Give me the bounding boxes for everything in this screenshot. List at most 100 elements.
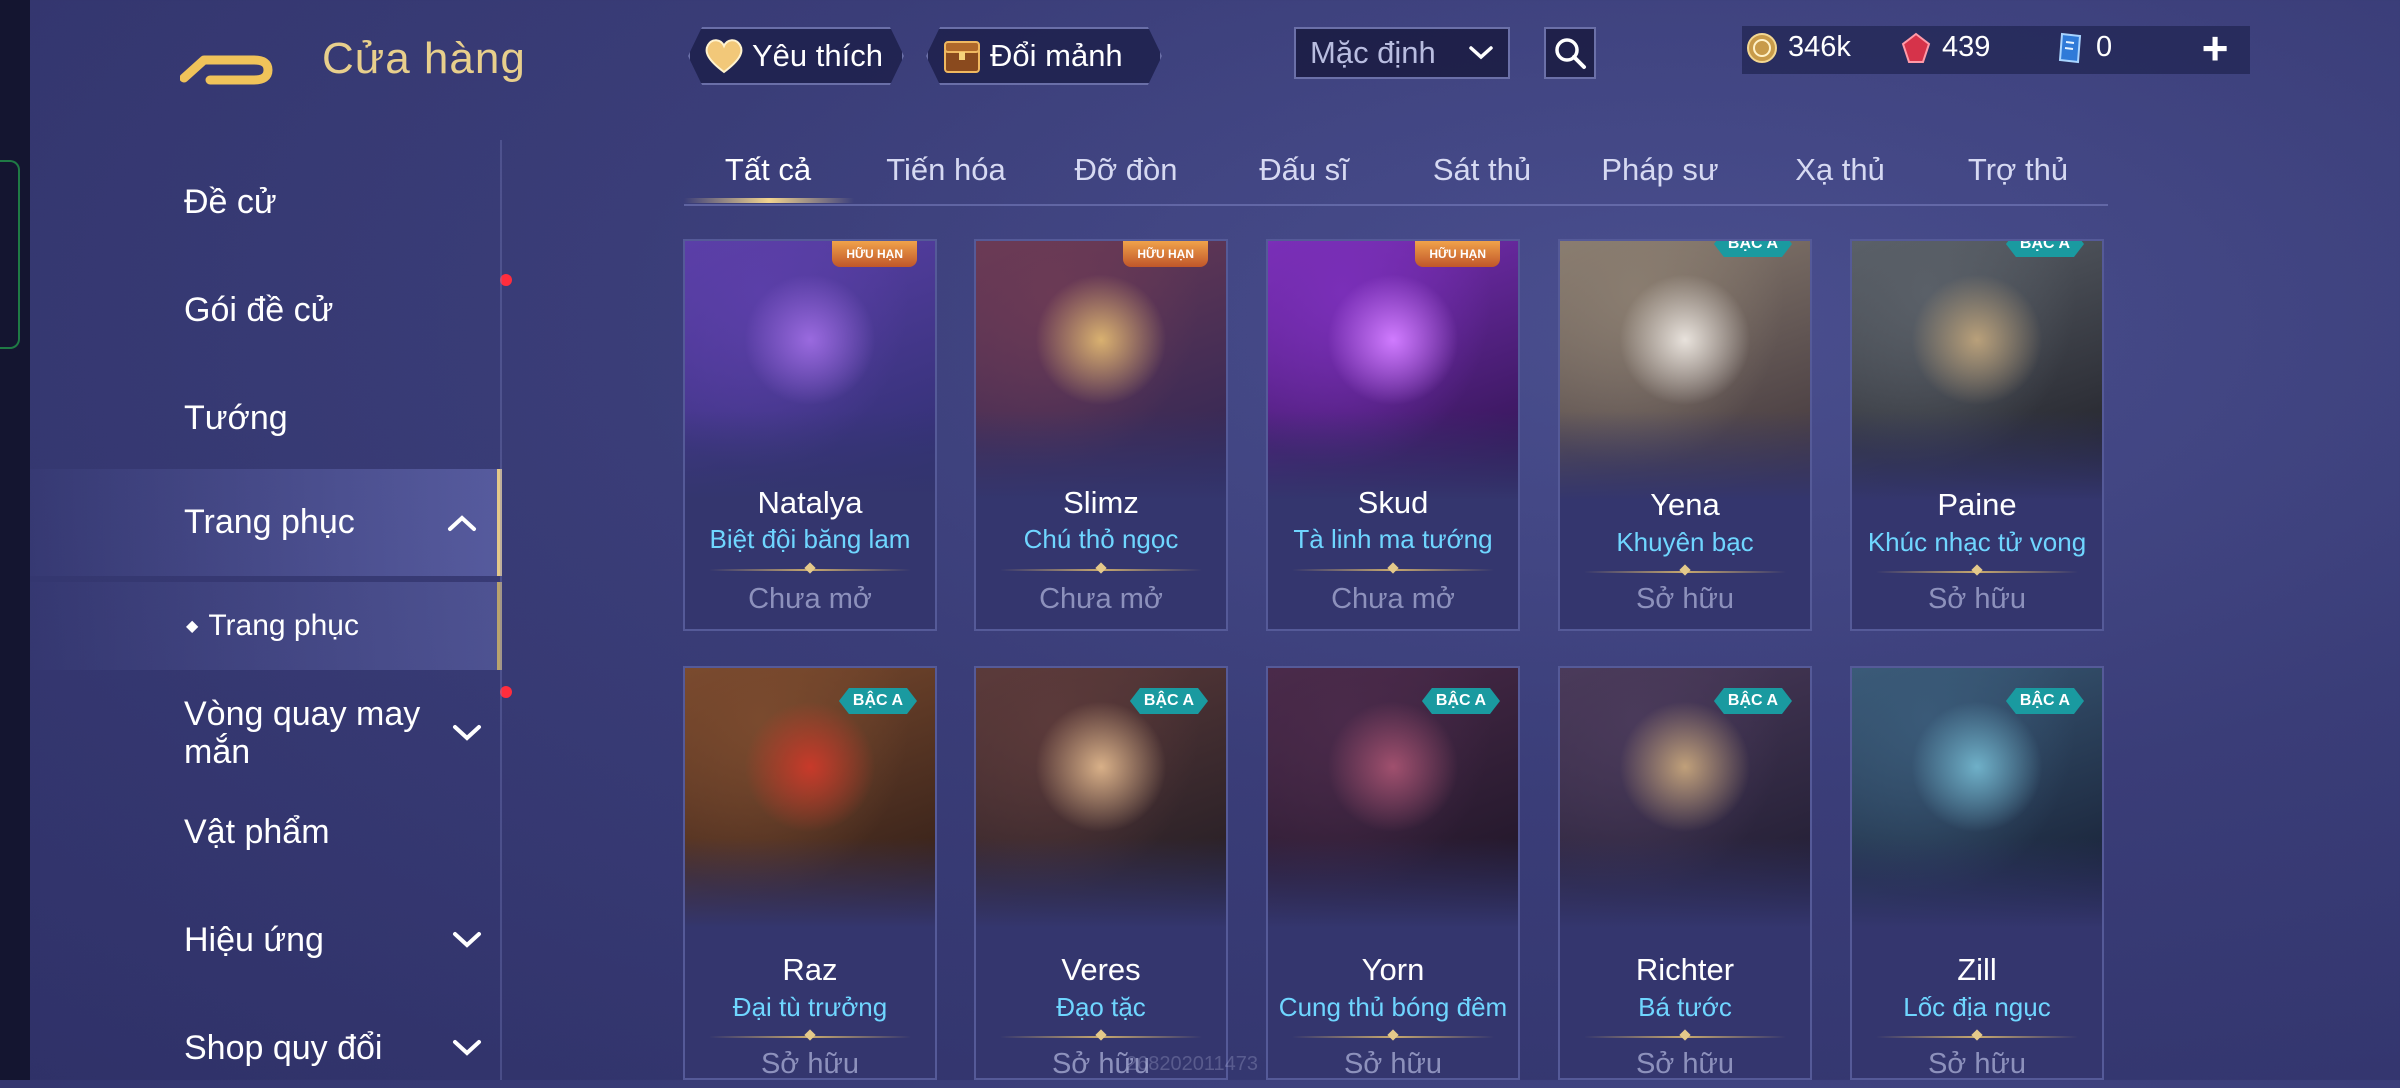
skin-card[interactable]: BẬC A Yorn Cung thủ bóng đêm Sở hữu [1266, 666, 1520, 1080]
grade-badge: BẬC A [2006, 688, 2084, 714]
card-divider [1000, 1036, 1202, 1038]
sidebar-item-label: Trang phục [184, 503, 355, 541]
skin-name: Khúc nhạc tử vong [1867, 527, 2087, 557]
screen-edge [0, 0, 30, 1080]
ownership-status: Chưa mở [1039, 583, 1163, 615]
voucher-icon [2058, 32, 2082, 63]
tab-fighter[interactable]: Đấu sĩ [1259, 152, 1349, 188]
hero-name: Yena [1650, 487, 1720, 522]
ownership-status: Sở hữu [1927, 1048, 2027, 1080]
tab-evolution[interactable]: Tiến hóa [886, 152, 1006, 188]
sidebar-item-items[interactable]: Vật phẩm [30, 792, 502, 872]
skin-artwork [1852, 241, 2102, 501]
skin-name: Khuyên bạc [1616, 527, 1754, 557]
sidebar-item-label: Vòng quay may mắn [184, 695, 421, 771]
grade-badge: BẬC A [1422, 688, 1500, 714]
card-divider [1000, 569, 1202, 571]
ownership-status: Sở hữu [1927, 583, 2027, 615]
ownership-status: Sở hữu [1635, 583, 1735, 615]
card-divider [1292, 1036, 1494, 1038]
skin-name: Đại tù trưởng [732, 992, 888, 1022]
sidebar-item-label: Vật phẩm [184, 812, 330, 851]
page-title: Cửa hàng [322, 34, 526, 83]
skin-card[interactable]: BẬC A Zill Lốc địa ngục Sở hữu [1850, 666, 2104, 1080]
sidebar-item-lucky-spin[interactable]: Vòng quay may mắn [30, 678, 512, 788]
ownership-status: Sở hữu [1343, 1048, 1443, 1080]
grade-badge: BẬC A [1714, 239, 1792, 257]
skin-name: Biệt đội băng lam [709, 524, 911, 554]
search-button[interactable] [1544, 27, 1596, 79]
ruby-icon [1901, 32, 1931, 63]
sidebar-item-label: Hiệu ứng [184, 920, 324, 959]
sidebar: Đề cử Gói đề cử Tướng Trang phục ◆ Trang… [30, 140, 512, 1080]
skin-name: Chú thỏ ngọc [1023, 524, 1179, 554]
sort-value: Mặc định [1310, 35, 1436, 70]
sidebar-item-featured[interactable]: Đề cử [30, 162, 502, 242]
sidebar-divider [500, 140, 502, 1080]
favorites-label: Yêu thích [752, 38, 883, 73]
sidebar-item-effects[interactable]: Hiệu ứng [30, 900, 502, 980]
skin-card[interactable]: BẬC A Yena Khuyên bạc Sở hữu [1558, 239, 1812, 631]
hero-name: Yorn [1361, 952, 1425, 987]
sidebar-item-label: Đề cử [184, 182, 277, 221]
sidebar-subitem-skins[interactable]: ◆ Trang phục [30, 582, 502, 670]
hero-name: Paine [1937, 487, 2017, 522]
tab-marksman[interactable]: Xạ thủ [1795, 152, 1885, 188]
fragment-exchange-button[interactable]: Đổi mảnh [926, 27, 1162, 85]
skin-card[interactable]: BẬC A Veres Đạo tặc Sở hữu [974, 666, 1228, 1080]
back-arrow-icon [179, 55, 273, 85]
limited-badge: HỮU HẠN [1123, 241, 1208, 267]
card-divider [709, 569, 911, 571]
skin-card[interactable]: HỮU HẠN Natalya Biệt đội băng lam Chưa m… [683, 239, 937, 631]
skin-name: Cung thủ bóng đêm [1278, 992, 1508, 1022]
chevron-down-icon [453, 725, 481, 741]
skin-card[interactable]: BẬC A Richter Bá tước Sở hữu [1558, 666, 1812, 1080]
skin-name: Lốc địa ngục [1903, 992, 2051, 1022]
hero-name: Slimz [1063, 485, 1139, 520]
limited-badge: HỮU HẠN [1415, 241, 1500, 267]
chevron-down-icon [453, 932, 481, 948]
skin-card[interactable]: HỮU HẠN Slimz Chú thỏ ngọc Chưa mở [974, 239, 1228, 631]
favorites-button[interactable]: Yêu thích [688, 27, 904, 85]
sort-dropdown[interactable]: Mặc định [1294, 27, 1510, 79]
fragment-exchange-label: Đổi mảnh [990, 38, 1123, 73]
ownership-status: Chưa mở [748, 583, 872, 615]
sidebar-item-label: Tướng [184, 398, 288, 437]
card-divider [1584, 1036, 1786, 1038]
chevron-down-icon [1469, 46, 1493, 60]
skin-artwork [1268, 241, 1518, 501]
ruby-amount: 439 [1942, 31, 1991, 63]
chevron-up-icon [448, 514, 476, 531]
limited-badge: HỮU HẠN [832, 241, 917, 267]
skin-card[interactable]: HỮU HẠN Skud Tà linh ma tướng Chưa mở [1266, 239, 1520, 631]
heart-icon [704, 38, 744, 74]
tab-tank[interactable]: Đỡ đòn [1074, 152, 1177, 188]
skin-card[interactable]: BẬC A Paine Khúc nhạc tử vong Sở hữu [1850, 239, 2104, 631]
voucher-amount: 0 [2096, 31, 2113, 63]
tab-all[interactable]: Tất cả [725, 152, 811, 188]
sidebar-item-featured-bundles[interactable]: Gói đề cử [30, 270, 512, 350]
treasure-chest-icon [942, 36, 982, 76]
tab-mage[interactable]: Pháp sư [1601, 152, 1718, 188]
skin-card[interactable]: BẬC A Raz Đại tù trưởng Sở hữu [683, 666, 937, 1080]
grade-badge: BẬC A [1130, 688, 1208, 714]
top-up-button[interactable]: + [2194, 25, 2236, 71]
card-divider [1292, 569, 1494, 571]
card-divider [709, 1036, 911, 1038]
ownership-status: Sở hữu [760, 1048, 860, 1080]
hero-name: Natalya [757, 485, 863, 520]
hero-name: Raz [782, 952, 838, 987]
sidebar-item-skins[interactable]: Trang phục [30, 469, 502, 576]
hero-name: Veres [1061, 952, 1141, 987]
back-button[interactable] [179, 30, 284, 90]
grade-badge: BẬC A [1714, 688, 1792, 714]
skin-artwork [976, 241, 1226, 501]
sidebar-item-heroes[interactable]: Tướng [30, 378, 502, 458]
grade-badge: BẬC A [2006, 239, 2084, 257]
voucher-balance: 0 [2054, 31, 2112, 64]
card-divider [1876, 1036, 2078, 1038]
sidebar-item-exchange-shop[interactable]: Shop quy đổi [30, 1008, 502, 1088]
grade-badge: BẬC A [839, 688, 917, 714]
tab-support[interactable]: Trợ thủ [1968, 152, 2068, 188]
tab-assassin[interactable]: Sát thủ [1433, 152, 1531, 188]
